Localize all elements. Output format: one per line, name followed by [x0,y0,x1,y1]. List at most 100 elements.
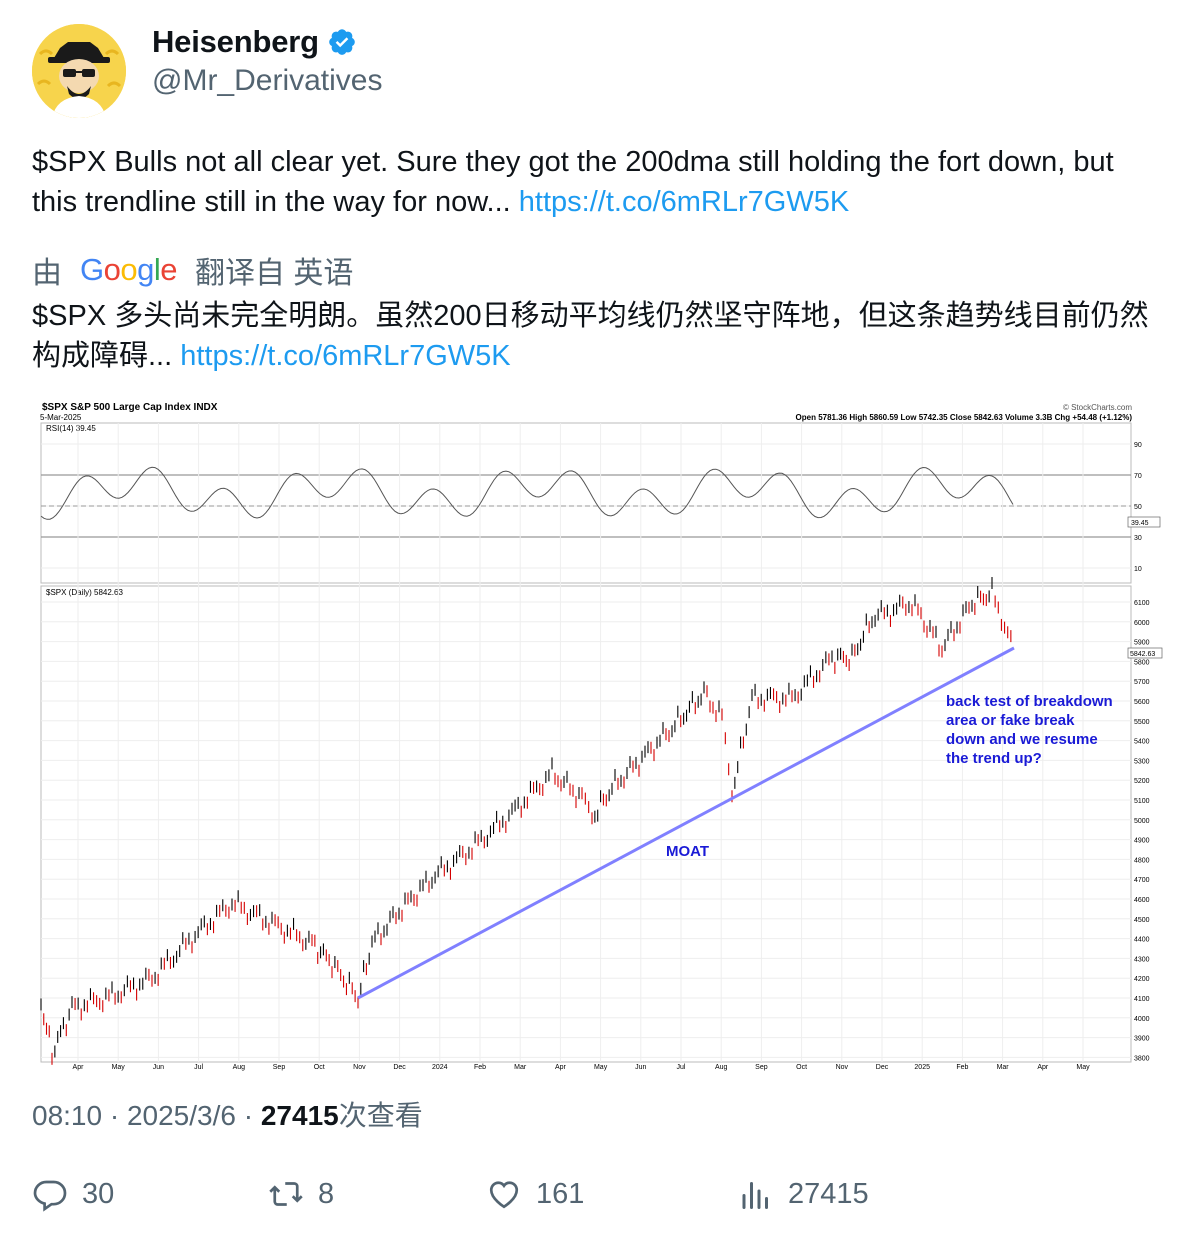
month-tick-label: May [112,1064,126,1071]
chart-title: $SPX S&P 500 Large Cap Index INDX [42,402,218,413]
price-label: $SPX (Daily) 5842.63 [46,588,123,597]
tweet-media-chart[interactable]: $SPX S&P 500 Large Cap Index INDX 5-Mar-… [32,398,1164,1074]
month-tick-label: Feb [956,1064,968,1071]
rsi-label: RSI(14) 39.45 [46,424,96,433]
price-tick-label: 3800 [1134,1055,1150,1062]
views-count: 27415 [788,1177,869,1210]
reply-count: 30 [82,1177,115,1210]
price-tick-label: 4900 [1134,838,1150,845]
author-name-row: Heisenberg [152,24,357,60]
rsi-tick-label: 50 [1134,504,1142,511]
month-tick-label: Apr [73,1064,85,1071]
tweet-header: Heisenberg @Mr_Derivatives [32,24,1162,124]
retweet-icon [269,1182,303,1206]
retweet-count: 8 [318,1177,335,1210]
rsi-tick-label: 70 [1134,473,1142,480]
rsi-tick-label: 90 [1134,442,1142,449]
month-tick-label: Nov [836,1064,849,1071]
google-logo-icon[interactable]: Google [80,252,178,288]
month-tick-label: May [594,1064,608,1071]
meta-separator-1: · [102,1100,127,1131]
translation-suffix: 翻译自 英语 [195,257,354,290]
month-tick-label: Aug [715,1064,728,1071]
month-tick-label: Jun [153,1064,164,1071]
author-handle[interactable]: @Mr_Derivatives [152,64,383,98]
chart-ohlc: Open 5781.36 High 5860.59 Low 5742.35 Cl… [796,413,1133,422]
rsi-value-tag: 39.45 [1131,520,1149,527]
month-tick-label: 2024 [432,1064,448,1071]
price-tick-label: 4400 [1134,937,1150,944]
analytics-icon [742,1182,768,1209]
views-button[interactable]: 27415 [738,1176,869,1212]
tweet-time[interactable]: 08:10 [32,1100,102,1131]
moat-annotation: MOAT [666,843,709,860]
tweet-text: $SPX Bulls not all clear yet. Sure they … [32,142,1162,222]
heart-icon [489,1181,519,1209]
price-tick-label: 5500 [1134,719,1150,726]
price-tick-label: 4200 [1134,976,1150,983]
price-tick-label: 5100 [1134,798,1150,805]
month-tick-label: Sep [273,1064,286,1071]
like-button[interactable]: 161 [486,1176,584,1212]
chart-date: 5-Mar-2025 [40,413,82,422]
price-tick-label: 4600 [1134,897,1150,904]
price-panel: $SPX (Daily) 5842.63 [40,585,1132,1063]
month-tick-label: Dec [393,1064,406,1071]
tweet-meta: 08:10 · 2025/3/6 · 27415次查看 [32,1094,423,1134]
month-tick-label: Jul [194,1064,203,1071]
note-line-2: area or fake break [946,712,1075,729]
month-tick-label: Aug [233,1064,246,1071]
price-tick-label: 5600 [1134,699,1150,706]
price-tick-label: 5400 [1134,739,1150,746]
price-tick-label: 4300 [1134,956,1150,963]
author-display-name[interactable]: Heisenberg [152,24,319,60]
month-tick-label: Apr [555,1064,567,1071]
month-tick-label: Feb [474,1064,486,1071]
retweet-button[interactable]: 8 [268,1176,334,1212]
reply-button[interactable]: 30 [32,1176,114,1212]
translation-attribution: 由 Google 翻译自 英语 [32,248,353,292]
month-tick-label: Mar [997,1064,1010,1071]
month-tick-label: May [1076,1064,1090,1071]
action-bar: 30 8 161 27415 [32,1176,1162,1226]
price-tick-label: 5800 [1134,659,1150,666]
meta-separator-2: · [235,1100,261,1131]
price-tick-label: 5700 [1134,679,1150,686]
month-tick-label: Jun [635,1064,646,1071]
reply-icon [33,1180,67,1212]
rsi-tick-label: 30 [1134,535,1142,542]
month-tick-label: Dec [876,1064,889,1071]
month-tick-label: Mar [514,1064,527,1071]
month-tick-label: 2025 [914,1064,930,1071]
month-tick-label: Oct [314,1064,325,1071]
chart-source: © StockCharts.com [1063,403,1132,412]
price-tick-label: 4500 [1134,917,1150,924]
tweet-date[interactable]: 2025/3/6 [127,1100,236,1131]
rsi-tick-label: 10 [1134,566,1142,573]
price-tick-label: 4000 [1134,1016,1150,1023]
view-count: 27415 [260,1100,339,1131]
month-tick-label: Oct [796,1064,807,1071]
price-tick-label: 4800 [1134,857,1150,864]
price-tick-label: 5200 [1134,778,1150,785]
price-tick-label: 4700 [1134,877,1150,884]
month-tick-label: Apr [1037,1064,1049,1071]
price-value-tag: 5842.63 [1130,651,1155,658]
tweet-link[interactable]: https://t.co/6mRLr7GW5K [519,186,849,218]
note-line-3: down and we resume [946,731,1098,748]
like-count: 161 [536,1177,585,1210]
translated-link[interactable]: https://t.co/6mRLr7GW5K [180,340,510,372]
heisenberg-avatar-icon[interactable] [32,24,126,118]
note-line-4: the trend up? [946,750,1042,767]
price-tick-label: 3900 [1134,1036,1150,1043]
chart-canvas: $SPX S&P 500 Large Cap Index INDX 5-Mar-… [32,398,1164,1074]
translated-text: $SPX 多头尚未完全明朗。虽然200日移动平均线仍然坚守阵地，但这条趋势线目前… [32,296,1162,376]
translation-prefix: 由 [32,257,62,290]
views-label: 次查看 [338,1100,423,1131]
price-tick-label: 5900 [1134,640,1150,647]
price-tick-label: 5300 [1134,758,1150,765]
price-tick-label: 6000 [1134,620,1150,627]
verified-badge-icon[interactable] [327,27,357,57]
price-tick-label: 5000 [1134,818,1150,825]
note-line-1: back test of breakdown [946,693,1113,710]
